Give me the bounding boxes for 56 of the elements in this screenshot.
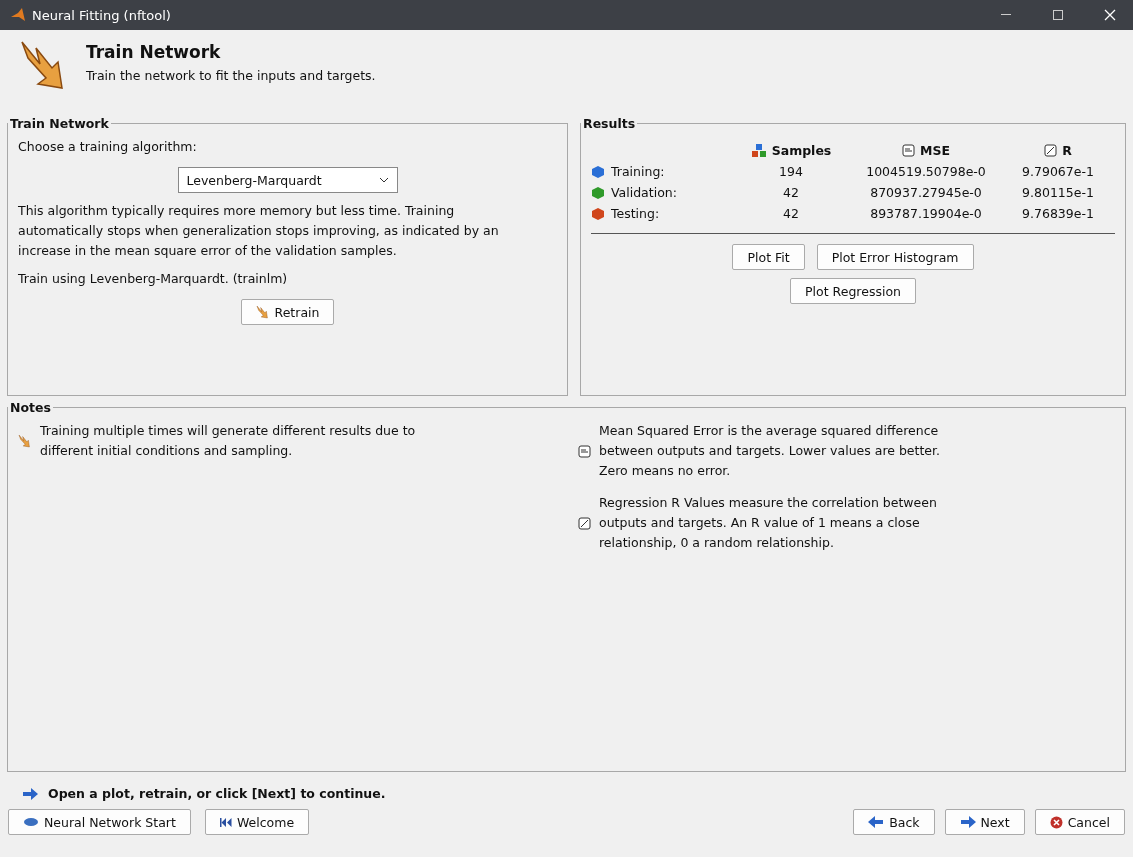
arrow-left-icon xyxy=(868,816,885,828)
r-cell-text: 9.79067e-1 xyxy=(1021,164,1095,179)
page-title: Train Network xyxy=(86,42,222,62)
cubes-icon xyxy=(750,143,767,158)
column-header: R xyxy=(1001,143,1115,158)
hint-text: Open a plot, retrain, or click [Next] to continue. xyxy=(48,786,386,801)
row-label: Testing: xyxy=(611,206,660,221)
row-label: Training: xyxy=(611,164,665,179)
nav-button[interactable]: Next xyxy=(944,809,1025,835)
column-header: MSE xyxy=(851,143,1001,158)
algorithm-dropdown[interactable]: Levenberg-Marquardt xyxy=(177,167,398,193)
note-text: Regression R Values measure the correlation between outputs and targets. An R value of 1 means a close relationship, 0 a random relationship. xyxy=(599,494,938,552)
samples-cell-text: 42 xyxy=(782,185,800,200)
retrain-icon xyxy=(255,305,270,319)
window-title: Neural Fitting (nftool) xyxy=(32,7,172,23)
nav-button[interactable]: Welcome xyxy=(204,809,310,835)
regression-icon xyxy=(578,516,591,530)
description-text: This algorithm typically requires more memory but less time. Training automatically stops when generalization stops improving, as indicated by an increase in the mean square error of the validation samples. xyxy=(18,202,500,260)
regression-icon xyxy=(1044,144,1058,157)
mse-icon xyxy=(578,444,591,458)
note-text: Training multiple times will generate different results due to different initial conditions and sampling. xyxy=(40,422,417,460)
close-icon[interactable] xyxy=(1104,9,1116,21)
maximize-icon[interactable] xyxy=(1053,10,1063,20)
panel-title: Notes xyxy=(9,400,52,415)
app-logo-icon xyxy=(10,7,26,23)
r-cell-text: 9.76839e-1 xyxy=(1021,206,1095,221)
mse-cell-text: 870937.27945e-0 xyxy=(869,185,983,200)
page-subtitle: Train the network to fit the inputs and targets. xyxy=(86,68,376,83)
column-header: Samples xyxy=(731,143,851,158)
chevron-icon xyxy=(378,177,389,183)
note-text: Mean Squared Error is the average squared difference between outputs and targets. Lower values are better. Zero means no error. xyxy=(599,422,941,480)
r-cell-text: 9.80115e-1 xyxy=(1021,185,1095,200)
arrow-right-icon xyxy=(959,816,976,828)
prompt-text: Choose a training algorithm: xyxy=(18,138,198,156)
nav-button[interactable]: Back xyxy=(853,809,935,835)
retrain-button[interactable]: Retrain xyxy=(240,299,335,325)
samples-cell-text: 42 xyxy=(782,206,800,221)
plot-button[interactable]: Plot Fit xyxy=(732,244,805,270)
samples-cell-text: 194 xyxy=(778,164,804,179)
rewind-icon xyxy=(219,817,232,827)
row-label: Validation: xyxy=(611,185,677,200)
network-icon xyxy=(23,817,39,827)
method-text: Train using Levenberg-Marquardt. (trainlm) xyxy=(18,270,289,288)
mse-icon xyxy=(902,144,915,157)
arrow-right-icon xyxy=(22,787,38,800)
minimize-icon[interactable] xyxy=(1001,14,1011,16)
nav-button[interactable]: Cancel xyxy=(1034,809,1125,835)
cancel-icon xyxy=(1049,815,1063,829)
nav-button[interactable]: Neural Network Start xyxy=(8,809,191,835)
mse-cell-text: 893787.19904e-0 xyxy=(869,206,983,221)
panel-title: Results xyxy=(582,116,637,131)
mse-cell-text: 1004519.50798e-0 xyxy=(865,164,987,179)
plot-button[interactable]: Plot Regression xyxy=(790,278,916,304)
retrain-icon xyxy=(18,434,32,448)
panel-title: Train Network xyxy=(9,116,110,131)
plot-button[interactable]: Plot Error Histogram xyxy=(816,244,974,270)
